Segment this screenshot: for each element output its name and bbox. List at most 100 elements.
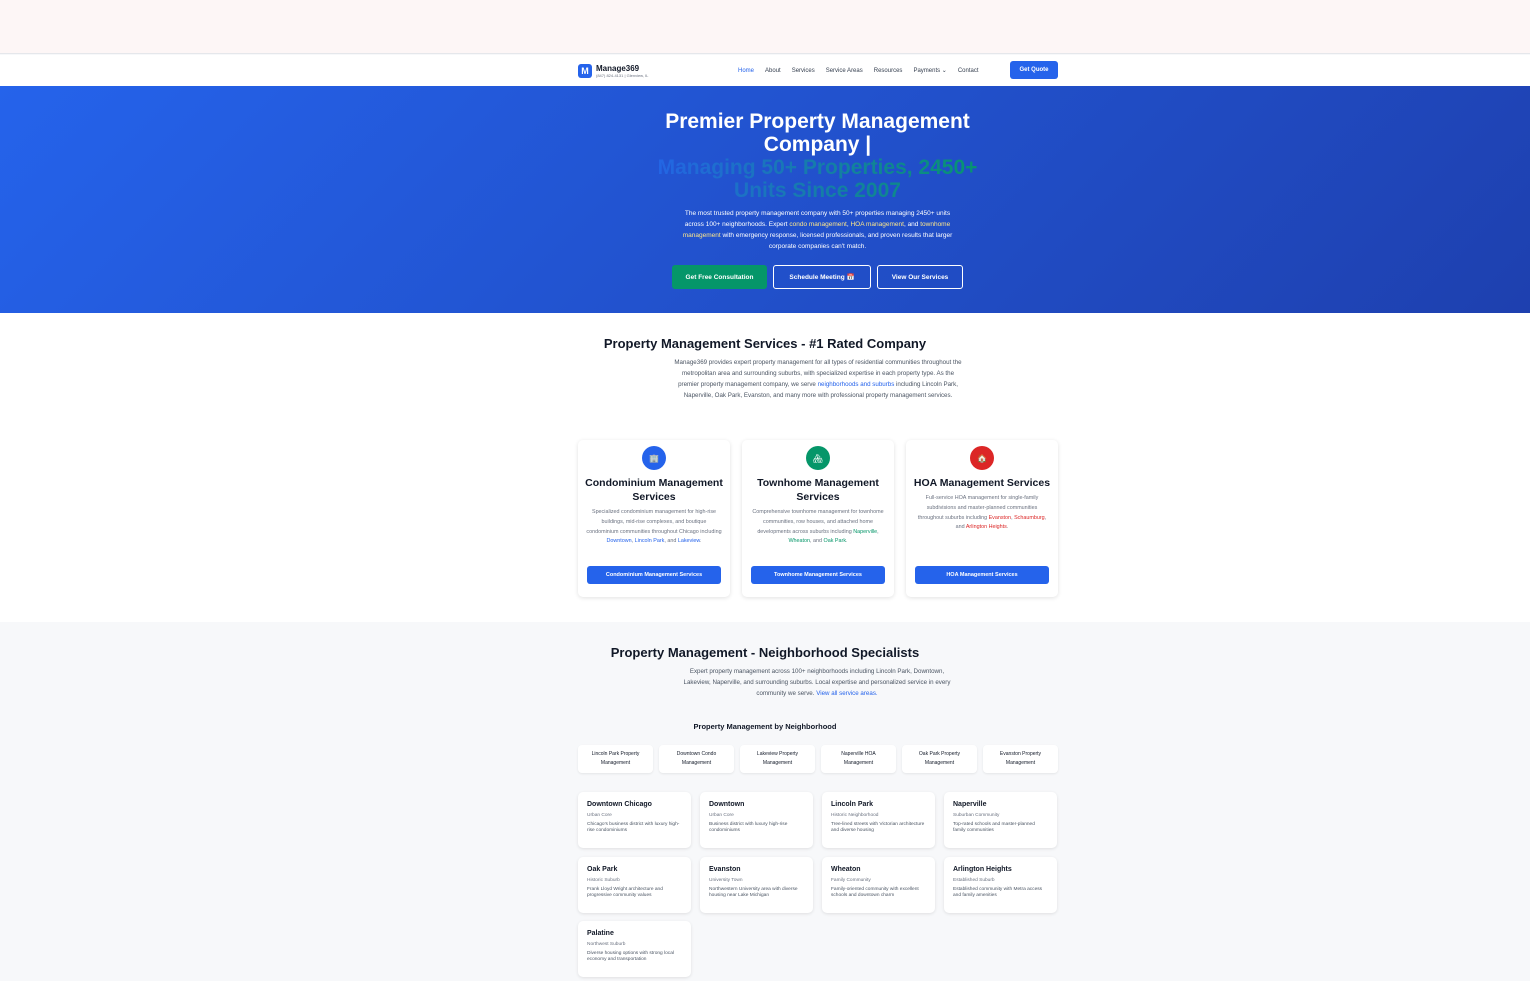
- area-link[interactable]: Evanston: [989, 515, 1011, 521]
- area-name: Lincoln Park: [831, 801, 874, 808]
- navbar: M Manage369 (847) 824-4131 | Glenview, I…: [0, 55, 1530, 86]
- nav-links: Home About Services Service Areas Resour…: [738, 67, 990, 75]
- area-description: Family-oriented community with excellent…: [831, 887, 919, 899]
- house-icon: 🏠: [970, 446, 994, 470]
- area-link[interactable]: Lakeview: [678, 538, 700, 544]
- nav-payments-dropdown[interactable]: Payments ⌄: [913, 67, 946, 74]
- hero-buttons: Get Free Consultation Schedule Meeting 📅…: [672, 265, 969, 289]
- nav-services[interactable]: Services: [792, 68, 815, 74]
- card-description: Specialized condominium management for h…: [586, 509, 722, 545]
- townhome-service-card: 🏘 Townhome Management Services Comprehen…: [742, 440, 894, 597]
- area-link[interactable]: Naperville: [853, 529, 877, 535]
- area-name: Oak Park: [587, 866, 618, 873]
- hoa-services-button[interactable]: HOA Management Services: [915, 566, 1049, 584]
- area-link[interactable]: Schaumburg: [1014, 515, 1045, 521]
- area-description: Chicago's business district with luxury …: [587, 822, 680, 834]
- area-link[interactable]: Wheaton: [788, 538, 810, 544]
- area-description: Frank Lloyd Wright architecture and prog…: [587, 887, 663, 899]
- neighborhoods-section: Property Management - Neighborhood Speci…: [0, 622, 1530, 981]
- condo-management-link[interactable]: condo management: [789, 221, 846, 228]
- get-quote-button[interactable]: Get Quote: [1010, 61, 1058, 79]
- area-description: Top-rated schools and master-planned fam…: [953, 822, 1035, 834]
- brand-name: Manage369: [596, 63, 640, 73]
- area-link[interactable]: Lincoln Park: [635, 538, 665, 544]
- area-card-oak-park[interactable]: Oak Park Historic Suburb Frank Lloyd Wri…: [578, 857, 691, 913]
- services-description: Manage369 provides expert property manag…: [672, 357, 964, 401]
- view-all-areas-link[interactable]: View all service areas.: [816, 690, 877, 697]
- card-title: HOA Management Services: [913, 477, 1051, 489]
- area-link[interactable]: Downtown: [606, 538, 631, 544]
- tab-oak-park[interactable]: Oak Park Property Management: [902, 745, 977, 773]
- area-type: Established Suburb: [953, 878, 995, 883]
- area-name: Downtown Chicago: [587, 801, 652, 808]
- building-icon: 🏢: [642, 446, 666, 470]
- view-services-button[interactable]: View Our Services: [877, 265, 963, 289]
- hero-section: Premier Property Management Company | Ma…: [0, 86, 1530, 313]
- hero-description: The most trusted property management com…: [675, 208, 960, 252]
- area-name: Arlington Heights: [953, 866, 1012, 873]
- nav-resources[interactable]: Resources: [874, 68, 903, 74]
- area-type: Historic Suburb: [587, 878, 620, 883]
- area-card-palatine[interactable]: Palatine Northwest Suburb Diverse housin…: [578, 921, 691, 977]
- hero-desc-part: with emergency response, licensed profes…: [720, 232, 953, 250]
- neighborhoods-description: Expert property management across 100+ n…: [683, 666, 951, 699]
- area-description: Business district with luxury high-rise …: [709, 822, 788, 834]
- tab-naperville[interactable]: Naperville HOA Management: [821, 745, 896, 773]
- brand-text: Manage369 (847) 824-4131 | Glenview, IL: [596, 63, 649, 78]
- area-card-wheaton[interactable]: Wheaton Family Community Family-oriented…: [822, 857, 935, 913]
- brand-contact: (847) 824-4131 | Glenview, IL: [596, 72, 649, 78]
- condo-service-card: 🏢 Condominium Management Services Specia…: [578, 440, 730, 597]
- nav-service-areas[interactable]: Service Areas: [826, 68, 863, 74]
- area-name: Wheaton: [831, 866, 861, 873]
- logo-icon: M: [578, 64, 592, 78]
- area-name: Evanston: [709, 866, 741, 873]
- brand[interactable]: M Manage369 (847) 824-4131 | Glenview, I…: [578, 64, 648, 78]
- area-card-arlington-heights[interactable]: Arlington Heights Established Suburb Est…: [944, 857, 1057, 913]
- condo-services-button[interactable]: Condominium Management Services: [587, 566, 721, 584]
- neighborhoods-suburbs-link[interactable]: neighborhoods and suburbs: [818, 381, 895, 388]
- services-title: Property Management Services - #1 Rated …: [603, 336, 927, 351]
- nav-about[interactable]: About: [765, 68, 781, 74]
- services-section: Property Management Services - #1 Rated …: [0, 313, 1530, 622]
- hero-title-main: Premier Property Management Company |: [665, 110, 970, 156]
- area-type: Urban Core: [587, 813, 612, 818]
- area-name: Palatine: [587, 930, 614, 937]
- tab-downtown[interactable]: Downtown Condo Management: [659, 745, 734, 773]
- top-banner-strip: [0, 0, 1530, 54]
- tab-lakeview[interactable]: Lakeview Property Management: [740, 745, 815, 773]
- tab-lincoln-park[interactable]: Lincoln Park Property Management: [578, 745, 653, 773]
- hero-desc-part: , and: [903, 221, 921, 228]
- area-card-downtown-chicago[interactable]: Downtown Chicago Urban Core Chicago's bu…: [578, 792, 691, 848]
- area-description: Diverse housing options with strong loca…: [587, 951, 674, 963]
- area-link[interactable]: Oak Park: [824, 538, 846, 544]
- area-card-naperville[interactable]: Naperville Suburban Community Top-rated …: [944, 792, 1057, 848]
- hoa-management-link[interactable]: HOA management: [850, 221, 903, 228]
- area-type: Suburban Community: [953, 813, 1000, 818]
- townhome-services-button[interactable]: Townhome Management Services: [751, 566, 885, 584]
- tab-evanston[interactable]: Evanston Property Management: [983, 745, 1058, 773]
- neighborhood-subtitle: Property Management by Neighborhood: [693, 722, 837, 731]
- hero-title-highlight: Managing 50+ Properties, 2450+ Units Sin…: [640, 156, 995, 202]
- card-description: Full-service HOA management for single-f…: [917, 495, 1047, 531]
- area-description: Tree-lined streets with Victorian archit…: [831, 822, 925, 834]
- area-type: Urban Core: [709, 813, 734, 818]
- area-card-evanston[interactable]: Evanston University Town Northwestern Un…: [700, 857, 813, 913]
- card-title: Townhome Management Services: [757, 477, 879, 503]
- nav-contact[interactable]: Contact: [958, 68, 979, 74]
- hero-title: Premier Property Management Company | Ma…: [640, 110, 995, 202]
- neighborhoods-title: Property Management - Neighborhood Speci…: [610, 645, 920, 660]
- area-link[interactable]: Arlington Heights: [966, 524, 1007, 530]
- area-type: Family Community: [831, 878, 871, 883]
- area-name: Downtown: [709, 801, 745, 808]
- area-description: Established community with Metra access …: [953, 887, 1043, 899]
- houses-icon: 🏘: [806, 446, 830, 470]
- card-title: Condominium Management Services: [585, 477, 723, 503]
- neighborhood-tabs: Lincoln Park Property Management Downtow…: [578, 745, 1058, 773]
- area-description: Northwestern University area with divers…: [709, 887, 798, 899]
- area-type: Historic Neighborhood: [831, 813, 879, 818]
- area-card-lincoln-park[interactable]: Lincoln Park Historic Neighborhood Tree-…: [822, 792, 935, 848]
- area-card-downtown[interactable]: Downtown Urban Core Business district wi…: [700, 792, 813, 848]
- free-consultation-button[interactable]: Get Free Consultation: [672, 265, 767, 289]
- nav-home[interactable]: Home: [738, 68, 754, 74]
- schedule-meeting-button[interactable]: Schedule Meeting 📅: [773, 265, 871, 289]
